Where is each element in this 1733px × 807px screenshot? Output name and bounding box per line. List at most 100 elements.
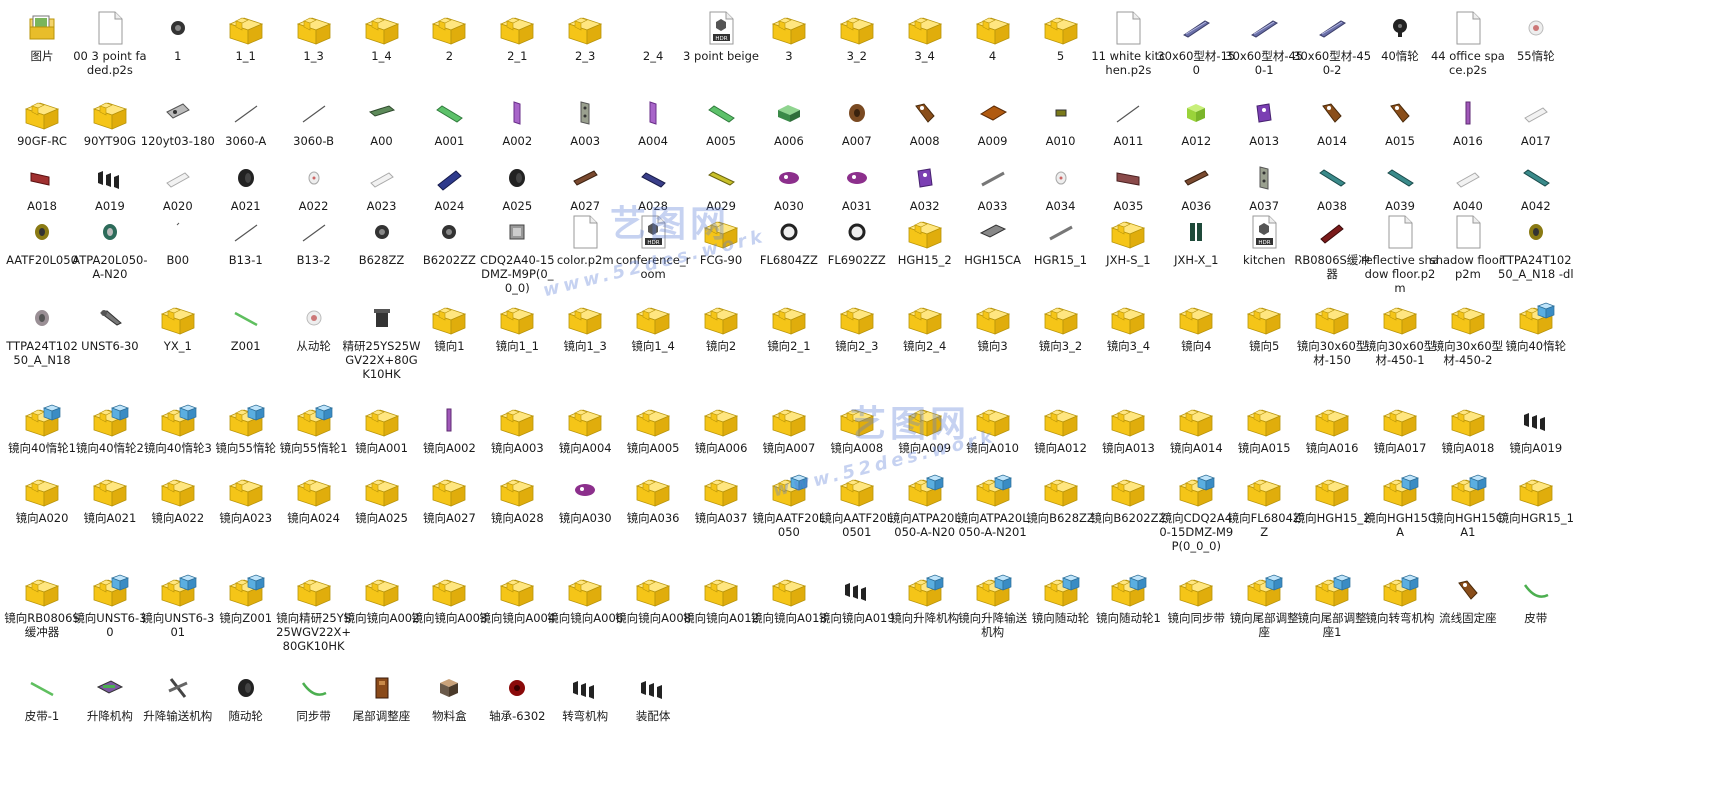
file-item[interactable]: 3_4 [886, 8, 964, 63]
file-item[interactable]: 皮带-1 [3, 668, 81, 723]
file-item[interactable]: 镜向镜向A006 [546, 570, 624, 625]
file-item[interactable]: HGR15_1 [1022, 212, 1100, 267]
file-item[interactable]: TTPA24T10250_A_N18 [3, 298, 81, 367]
file-item[interactable]: 30x60型材-150 [1157, 8, 1235, 77]
file-item[interactable]: 镜向1_3 [546, 298, 624, 353]
file-item[interactable]: 镜向镜向A008 [614, 570, 692, 625]
file-item[interactable]: 镜向1_1 [478, 298, 556, 353]
file-item[interactable]: 镜向ATPA20L050-A-N20 [886, 470, 964, 539]
file-item[interactable]: 镜向A015 [1225, 400, 1303, 455]
file-item[interactable]: 镜向A021 [71, 470, 149, 525]
file-item[interactable]: 镜向A023 [207, 470, 285, 525]
file-item[interactable]: 镜向B6202ZZ [1089, 470, 1167, 525]
file-item[interactable]: 镜向镜向A012 [682, 570, 760, 625]
file-item[interactable]: 镜向A024 [275, 470, 353, 525]
file-item[interactable]: A031 [818, 158, 896, 213]
file-item[interactable]: 镜向2_1 [750, 298, 828, 353]
file-item[interactable]: A007 [818, 93, 896, 148]
file-item[interactable]: A019 [71, 158, 149, 213]
file-item[interactable]: A004 [614, 93, 692, 148]
file-item[interactable]: FCG-90 [682, 212, 760, 267]
file-item[interactable]: 镜向UNST6-301 [139, 570, 217, 639]
file-item[interactable]: A042 [1497, 158, 1575, 213]
file-item[interactable]: Z001 [207, 298, 285, 353]
file-item[interactable]: 镜向55惰轮1 [275, 400, 353, 455]
file-item[interactable]: shadow floor.p2m [1429, 212, 1507, 281]
file-item[interactable]: 镜向A008 [818, 400, 896, 455]
file-item[interactable]: 镜向A001 [343, 400, 421, 455]
file-item[interactable]: A017 [1497, 93, 1575, 148]
file-item[interactable]: 镜向A007 [750, 400, 828, 455]
file-item[interactable]: 流线固定座 [1429, 570, 1507, 625]
file-item[interactable]: 44 office space.p2s [1429, 8, 1507, 77]
file-item[interactable]: A036 [1157, 158, 1235, 213]
file-item[interactable]: YX_1 [139, 298, 217, 353]
file-item[interactable]: A030 [750, 158, 828, 213]
file-item[interactable]: 3 [750, 8, 828, 63]
file-item[interactable]: 镜向A005 [614, 400, 692, 455]
file-item[interactable]: 物料盒 [410, 668, 488, 723]
file-item[interactable]: 2_1 [478, 8, 556, 63]
file-item[interactable]: 镜向40惰轮3 [139, 400, 217, 455]
file-item[interactable]: A037 [1225, 158, 1303, 213]
file-item[interactable]: 镜向2_4 [886, 298, 964, 353]
file-item[interactable]: 30x60型材-450-2 [1293, 8, 1371, 77]
file-item[interactable]: 镜向A016 [1293, 400, 1371, 455]
file-item[interactable]: 镜向30x60型材-450-1 [1361, 298, 1439, 367]
file-item[interactable]: AATF20L050 [3, 212, 81, 267]
file-item[interactable]: 90GF-RC [3, 93, 81, 148]
file-item[interactable]: A029 [682, 158, 760, 213]
file-item[interactable]: 镜向3_2 [1022, 298, 1100, 353]
file-item[interactable]: A024 [410, 158, 488, 213]
file-item[interactable]: 随动轮 [207, 668, 285, 723]
file-item[interactable]: 镜向RB0806S缓冲器 [3, 570, 81, 639]
file-item[interactable]: 镜向升降输送机构 [954, 570, 1032, 639]
file-item[interactable]: 3060-A [207, 93, 285, 148]
file-item[interactable]: 同步带 [275, 668, 353, 723]
file-item[interactable]: 装配体 [614, 668, 692, 723]
file-item[interactable]: 镜向A027 [410, 470, 488, 525]
file-item[interactable]: HDR 3 point beige [682, 8, 760, 63]
file-item[interactable]: 从动轮 [275, 298, 353, 353]
file-item[interactable]: 镜向A009 [886, 400, 964, 455]
file-item[interactable]: 精研25YS25WGV22X+80GK10HK [343, 298, 421, 381]
file-item[interactable]: 镜向4 [1157, 298, 1235, 353]
file-item[interactable]: UNST6-30 [71, 298, 149, 353]
file-item[interactable]: A002 [478, 93, 556, 148]
file-item[interactable]: 镜向同步带 [1157, 570, 1235, 625]
file-item[interactable]: A00 [343, 93, 421, 148]
file-item[interactable]: 镜向AATF20L050 [750, 470, 828, 539]
file-item[interactable]: A011 [1089, 93, 1167, 148]
file-item[interactable]: 镜向2 [682, 298, 760, 353]
file-item[interactable]: 镜向尾部调整座 [1225, 570, 1303, 639]
file-item[interactable]: 镜向40惰轮1 [3, 400, 81, 455]
file-item[interactable]: RB0806S缓冲器 [1293, 212, 1371, 281]
file-item[interactable]: A008 [886, 93, 964, 148]
file-item[interactable]: 120yt03-180 [139, 93, 217, 148]
file-item[interactable]: B6202ZZ [410, 212, 488, 267]
file-item[interactable]: 轴承-6302 [478, 668, 556, 723]
file-item[interactable]: A025 [478, 158, 556, 213]
file-item[interactable]: A014 [1293, 93, 1371, 148]
file-item[interactable]: 镜向升降机构 [886, 570, 964, 625]
file-item[interactable]: color.p2m [546, 212, 624, 267]
file-item[interactable]: 90YT90G [71, 93, 149, 148]
file-item[interactable]: 镜向HGH15_2 [1293, 470, 1371, 525]
file-item[interactable]: A005 [682, 93, 760, 148]
file-item[interactable]: A021 [207, 158, 285, 213]
file-item[interactable]: 图片 [3, 8, 81, 63]
file-item[interactable]: A009 [954, 93, 1032, 148]
file-item[interactable]: 镜向A018 [1429, 400, 1507, 455]
file-item[interactable]: A039 [1361, 158, 1439, 213]
file-item[interactable]: 镜向尾部调整座1 [1293, 570, 1371, 639]
file-item[interactable]: HGH15CA [954, 212, 1032, 267]
file-item[interactable]: 镜向HGR15_1 [1497, 470, 1575, 525]
file-item[interactable]: A022 [275, 158, 353, 213]
file-item[interactable]: 镜向A020 [3, 470, 81, 525]
file-item[interactable]: 镜向AATF20L0501 [818, 470, 896, 539]
file-item[interactable]: 镜向CDQ2A40-15DMZ-M9P(0_0_0) [1157, 470, 1235, 553]
file-item[interactable]: 镜向HGH15CA1 [1429, 470, 1507, 539]
file-item[interactable]: A018 [3, 158, 81, 213]
file-item[interactable]: 镜向A037 [682, 470, 760, 525]
file-item[interactable]: 镜向A036 [614, 470, 692, 525]
